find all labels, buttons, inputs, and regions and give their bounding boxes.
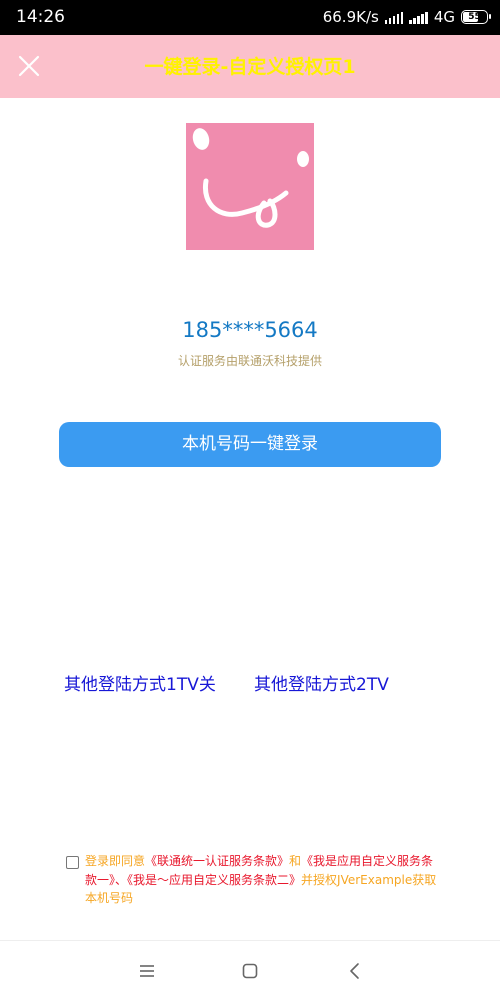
signal-icon <box>384 11 404 24</box>
network-type: 4G <box>433 8 455 26</box>
network-speed: 66.9K/s <box>322 8 379 26</box>
alt-login-2-link[interactable]: 其他登陆方式2TV <box>254 672 389 698</box>
close-icon <box>18 55 40 77</box>
battery-icon: 55 <box>461 10 491 24</box>
menu-icon <box>140 965 154 977</box>
masked-phone-number: 185****5664 <box>182 318 318 342</box>
title-bar: 一键登录-自定义授权页1 <box>0 35 500 98</box>
agreement-text: 登录即同意《联通统一认证服务条款》和《我是应用自定义服务条款一》、《我是～应用自… <box>85 852 445 908</box>
agreement-and: 和 <box>289 854 302 868</box>
back-icon <box>350 963 359 979</box>
nav-home-button[interactable] <box>237 958 263 984</box>
system-nav-bar <box>0 940 500 1000</box>
terms-link-1[interactable]: 《联通统一认证服务条款》 <box>145 854 289 868</box>
home-icon <box>242 963 258 979</box>
app-logo-icon <box>186 123 314 250</box>
signal-icon-2 <box>409 11 428 24</box>
auth-provider-text: 认证服务由联通沃科技提供 <box>177 354 322 368</box>
one-click-login-button[interactable]: 本机号码一键登录 <box>59 422 441 467</box>
terms-link-3[interactable]: 《我是～应用自定义服务条款二》 <box>127 873 301 887</box>
nav-menu-button[interactable] <box>134 958 160 984</box>
close-button[interactable] <box>10 47 48 85</box>
agreement-checkbox[interactable] <box>66 856 79 869</box>
agreement-prefix: 登录即同意 <box>85 854 146 868</box>
status-time: 14:26 <box>16 7 65 27</box>
status-indicators: 66.9K/s 4G 55 <box>322 6 491 28</box>
alt-login-1-link[interactable]: 其他登陆方式1TV关 <box>64 672 216 698</box>
app-logo <box>186 123 314 250</box>
nav-back-button[interactable] <box>342 958 368 984</box>
status-bar: 14:26 66.9K/s 4G 55 <box>0 0 500 35</box>
battery-level: 55 <box>468 12 481 22</box>
page-title: 一键登录-自定义授权页1 <box>144 56 356 78</box>
agreement-separator: 、 <box>115 872 128 887</box>
